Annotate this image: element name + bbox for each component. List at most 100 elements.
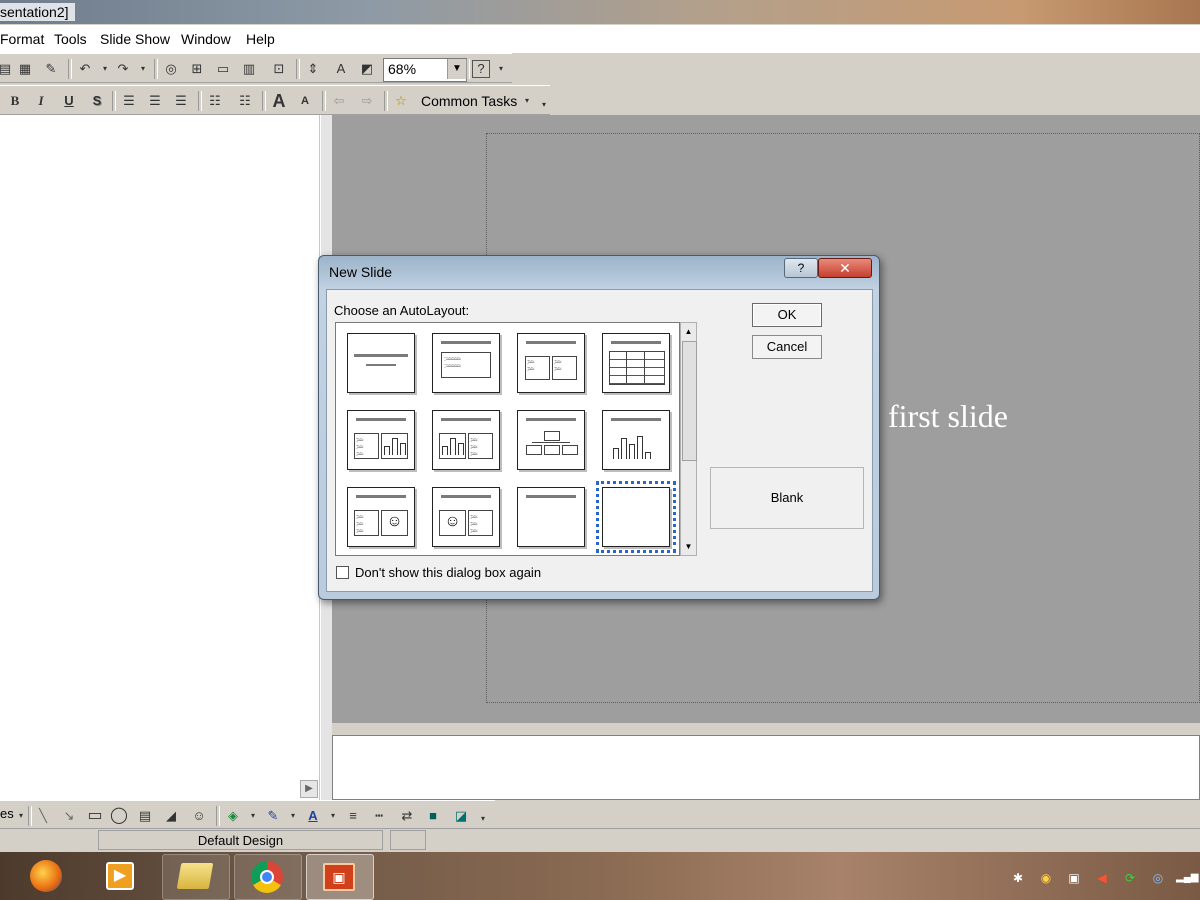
common-tasks-button[interactable]: Common Tasks [421, 93, 517, 109]
layout-title-only[interactable] [517, 487, 585, 547]
explorer-button[interactable] [162, 854, 230, 900]
line-icon[interactable]: ╲ [34, 807, 52, 825]
update-icon[interactable]: ◎ [1150, 870, 1166, 886]
signal-icon[interactable]: ▂▄▆ [1176, 870, 1198, 886]
scroll-up-icon[interactable]: ▲ [681, 323, 696, 340]
help-dropdown-icon[interactable]: ▾ [492, 60, 510, 78]
network-icon[interactable]: ▣ [1066, 870, 1082, 886]
font-color-icon[interactable]: A [304, 807, 322, 825]
numbering-icon[interactable]: ☷ [206, 92, 224, 110]
menu-format[interactable]: Format [0, 31, 44, 47]
menu-slide-show[interactable]: Slide Show [100, 31, 170, 47]
undo-icon[interactable]: ↶ [76, 60, 94, 78]
layout-text-and-chart[interactable]: :≈≈:≈≈:≈≈ [347, 410, 415, 470]
menu-tools[interactable]: Tools [54, 31, 87, 47]
oval-icon[interactable]: ◯ [110, 807, 128, 825]
drawing-options-icon[interactable]: ▾ [474, 810, 492, 828]
insert-table-icon[interactable]: ⊞ [188, 60, 206, 78]
sync-icon[interactable]: ⟳ [1122, 870, 1138, 886]
outline-pane[interactable] [0, 115, 320, 800]
rectangle-icon[interactable]: ▭ [86, 807, 104, 825]
arrow-icon[interactable]: ↘ [60, 807, 78, 825]
security-icon[interactable]: ◉ [1038, 870, 1054, 886]
italic-button[interactable]: I [32, 92, 50, 110]
notes-pane[interactable] [332, 735, 1200, 800]
bullets-icon[interactable]: ☷ [236, 92, 254, 110]
bold-button[interactable]: B [6, 92, 24, 110]
demote-icon[interactable]: ⇨ [358, 92, 376, 110]
window-title-bar[interactable]: sentation2] [0, 0, 1200, 24]
print-icon[interactable]: ▤ [0, 60, 14, 78]
layout-organization-chart[interactable] [517, 410, 585, 470]
layout-chart-and-text[interactable]: :≈≈:≈≈:≈≈ [432, 410, 500, 470]
shadow-style-icon[interactable]: ■ [424, 807, 442, 825]
web-icon[interactable]: ◎ [162, 60, 180, 78]
undo-dropdown-icon[interactable]: ▾ [96, 60, 114, 78]
redo-icon[interactable]: ↷ [114, 60, 132, 78]
shadow-button[interactable]: S [88, 92, 106, 110]
dash-style-icon[interactable]: ┅ [370, 807, 388, 825]
wordart-icon[interactable]: ◢ [162, 807, 180, 825]
insert-chart-icon[interactable]: ▥ [240, 60, 258, 78]
layout-clip-art-and-text[interactable]: ☺ :≈≈:≈≈:≈≈ [432, 487, 500, 547]
fill-color-icon[interactable]: ◈ [224, 807, 242, 825]
chevron-down-icon[interactable]: ▼ [447, 59, 466, 79]
3d-style-icon[interactable]: ◪ [452, 807, 470, 825]
align-left-icon[interactable]: ☰ [120, 92, 138, 110]
text-box-icon[interactable]: ▤ [136, 807, 154, 825]
autolayout-scrollbar[interactable]: ▲ ▼ [680, 322, 697, 556]
ok-button[interactable]: OK [752, 303, 822, 327]
layout-blank[interactable] [596, 481, 676, 553]
autolayout-list[interactable]: : ≈≈≈≈≈: ≈≈≈≈≈ :≈≈:≈≈ :≈≈:≈≈ :≈≈:≈≈:≈≈ :… [335, 322, 680, 556]
layout-bulleted-list[interactable]: : ≈≈≈≈≈: ≈≈≈≈≈ [432, 333, 500, 393]
expand-all-icon[interactable]: ⇕ [304, 60, 322, 78]
chrome-button[interactable] [234, 854, 302, 900]
line-color-dropdown-icon[interactable]: ▾ [284, 807, 302, 825]
toolbar-options-icon[interactable]: ▾ [535, 96, 553, 114]
line-style-icon[interactable]: ≡ [344, 807, 362, 825]
show-formatting-icon[interactable]: A [332, 60, 350, 78]
cancel-button[interactable]: Cancel [752, 335, 822, 359]
media-player-button[interactable]: ▶ [90, 854, 156, 898]
layout-two-column-text[interactable]: :≈≈:≈≈ :≈≈:≈≈ [517, 333, 585, 393]
layout-chart[interactable] [602, 410, 670, 470]
dialog-help-button[interactable]: ? [784, 258, 818, 278]
scroll-thumb[interactable] [682, 341, 697, 461]
redo-dropdown-icon[interactable]: ▾ [134, 60, 152, 78]
font-color-dropdown-icon[interactable]: ▾ [324, 807, 342, 825]
layout-text-and-clip-art[interactable]: :≈≈:≈≈:≈≈ ☺ [347, 487, 415, 547]
clip-art-icon[interactable]: ☺ [190, 807, 208, 825]
menu-bar: Format Tools Slide Show Window Help [0, 25, 1200, 53]
scroll-down-icon[interactable]: ▼ [681, 538, 696, 555]
dialog-close-button[interactable]: ✕ [818, 258, 872, 278]
dont-show-label[interactable]: Don't show this dialog box again [355, 566, 541, 580]
align-right-icon[interactable]: ☰ [172, 92, 190, 110]
grayscale-icon[interactable]: ◩ [358, 60, 376, 78]
slide-title-text[interactable]: first slide [888, 398, 1008, 435]
promote-icon[interactable]: ⇦ [330, 92, 348, 110]
underline-button[interactable]: U [60, 92, 78, 110]
powerpoint-button[interactable]: ▣ [306, 854, 374, 900]
layout-table[interactable] [602, 333, 670, 393]
layout-title-slide[interactable] [347, 333, 415, 393]
volume-icon[interactable]: ◀ [1094, 870, 1110, 886]
common-tasks-dropdown-icon[interactable]: ▾ [518, 92, 536, 110]
paste-icon[interactable]: ▦ [16, 60, 34, 78]
zoom-select[interactable]: 68% ▼ [383, 58, 467, 82]
decrease-font-icon[interactable]: A [296, 92, 314, 110]
outline-scroll-right-icon[interactable]: ▶ [300, 780, 318, 798]
fill-color-dropdown-icon[interactable]: ▾ [244, 807, 262, 825]
new-slide-icon[interactable]: ⊡ [270, 60, 288, 78]
help-icon[interactable]: ? [472, 60, 490, 78]
menu-window[interactable]: Window [181, 31, 231, 47]
firefox-button[interactable] [16, 854, 82, 898]
align-center-icon[interactable]: ☰ [146, 92, 164, 110]
increase-font-icon[interactable]: A [270, 92, 288, 110]
bluetooth-icon[interactable]: ✱ [1010, 870, 1026, 886]
line-color-icon[interactable]: ✎ [264, 807, 282, 825]
tables-borders-icon[interactable]: ▭ [214, 60, 232, 78]
dont-show-checkbox[interactable] [336, 566, 349, 579]
arrow-style-icon[interactable]: ⇄ [398, 807, 416, 825]
format-painter-icon[interactable]: ✎ [42, 60, 60, 78]
menu-help[interactable]: Help [246, 31, 275, 47]
